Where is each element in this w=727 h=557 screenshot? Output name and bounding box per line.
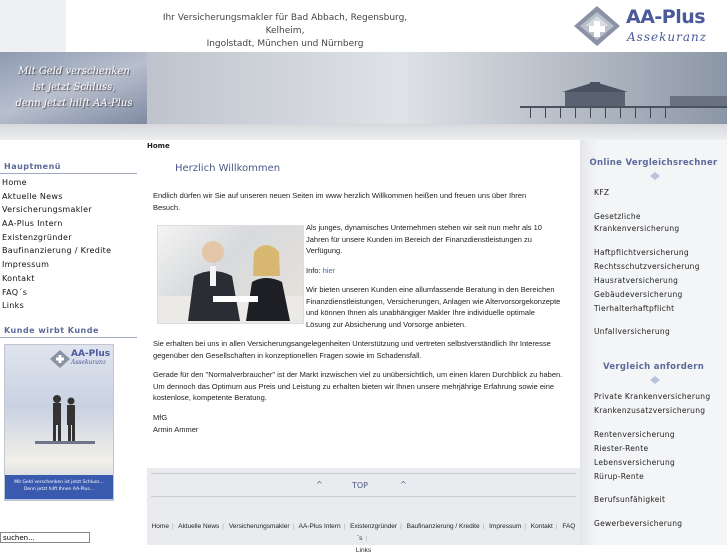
banner-slogan-panel: Mit Geld verschenken ist jetzt Schluss, … bbox=[0, 52, 147, 124]
footer-nav: Home | Aktuelle News | Versicherungsmakler… bbox=[151, 523, 576, 554]
diamond-icon bbox=[650, 376, 660, 384]
slogan-line3: denn jetzt hilft AA-Plus bbox=[15, 98, 133, 109]
promo-caption: Mit Geld verschenken ist jetzt Schluss..… bbox=[5, 475, 113, 499]
info-label: Info: bbox=[306, 266, 321, 275]
footer-link-home[interactable]: Home bbox=[152, 523, 169, 530]
calc-link-haftpflicht[interactable]: Haftpflichtversicherung bbox=[594, 246, 689, 260]
slogan-line1: Mit Geld verschenken bbox=[18, 66, 130, 77]
sidebar-item-home[interactable]: Home bbox=[0, 176, 137, 190]
consultation-photo bbox=[157, 225, 304, 324]
request-link-riester[interactable]: Riester-Rente bbox=[594, 442, 648, 456]
footer-link-impressum[interactable]: Impressum bbox=[489, 523, 521, 530]
top-arrow-right-icon: ^ bbox=[400, 480, 407, 489]
right-sidebar: Online Vergleichsrechner KFZ Gesetzliche… bbox=[580, 140, 727, 545]
calc-link-tierhalter[interactable]: Tierhalterhaftpflicht bbox=[594, 302, 674, 316]
comparison-calculator-heading: Online Vergleichsrechner bbox=[589, 158, 718, 168]
footer-link-baufinanzierung[interactable]: Baufinanzierung / Kredite bbox=[407, 523, 480, 530]
sidebar-item-aa-plus-intern[interactable]: AA-Plus Intern bbox=[0, 217, 137, 231]
brand-logo[interactable]: AA-Plus Assekuranz bbox=[572, 4, 722, 48]
request-link-kv-zusatz[interactable]: Krankenzusatzversicherung bbox=[594, 404, 705, 418]
footer-link-intern[interactable]: AA-Plus Intern bbox=[299, 523, 341, 530]
left-sidebar: Hauptmenü Home Aktuelle News Versicherun… bbox=[0, 140, 147, 545]
diamond-icon bbox=[650, 172, 660, 180]
calc-link-rechtsschutz[interactable]: Rechtsschutzversicherung bbox=[594, 260, 700, 274]
sidebar-item-baufinanzierung[interactable]: Baufinanzierung / Kredite bbox=[0, 244, 137, 258]
header-left-panel bbox=[0, 0, 66, 52]
promo-logo-sub: Assekuranz bbox=[71, 359, 107, 366]
couple-silhouette-image bbox=[35, 395, 95, 444]
sidebar-item-kontakt[interactable]: Kontakt bbox=[0, 272, 137, 286]
calc-link-unfall[interactable]: Unfallversicherung bbox=[594, 325, 670, 339]
footer-link-existenzgruender[interactable]: Existenzgründer bbox=[350, 523, 397, 530]
tagline-line2: Ingolstadt, München und Nürnberg bbox=[206, 39, 364, 49]
consultants-image bbox=[158, 241, 303, 323]
footer-link-links[interactable]: Links bbox=[356, 547, 371, 554]
sidebar-item-aktuelle-news[interactable]: Aktuelle News bbox=[0, 190, 137, 204]
sidebar-item-impressum[interactable]: Impressum bbox=[0, 258, 137, 272]
company-text: Als junges, dynamisches Unternehmen steh… bbox=[306, 223, 542, 255]
promo-caption-line1: Mit Geld verschenken ist jetzt Schluss..… bbox=[14, 480, 104, 485]
tagline-line1: Ihr Versicherungsmakler für Bad Abbach, … bbox=[162, 13, 408, 36]
promo-logo-icon bbox=[50, 350, 70, 368]
slogan-line2: ist jetzt Schluss, bbox=[32, 82, 116, 93]
logo-diamond-icon bbox=[574, 6, 620, 46]
request-link-gewerbe[interactable]: Gewerbeversicherung bbox=[594, 517, 682, 531]
intro-text: Endlich dürfen wir Sie auf unseren neuen… bbox=[153, 191, 527, 212]
sidebar-item-existenzgruender[interactable]: Existenzgründer bbox=[0, 231, 137, 245]
main-menu: Home Aktuelle News Versicherungsmakler A… bbox=[0, 176, 137, 313]
main-menu-heading: Hauptmenü bbox=[0, 162, 137, 174]
footer-link-versicherungsmakler[interactable]: Versicherungsmakler bbox=[229, 523, 290, 530]
greeting: MfG bbox=[153, 413, 168, 422]
top-arrow-left-icon: ^ bbox=[316, 480, 323, 489]
footer-link-news[interactable]: Aktuelle News bbox=[178, 523, 219, 530]
request-link-private-kv[interactable]: Private Krankenversicherung bbox=[594, 390, 710, 404]
header: Ihr Versicherungsmakler für Bad Abbach, … bbox=[0, 0, 727, 52]
request-link-rente[interactable]: Rentenversicherung bbox=[594, 428, 675, 442]
request-link-ruerup[interactable]: Rürup-Rente bbox=[594, 470, 644, 484]
logo-subtitle: Assekuranz bbox=[627, 30, 708, 44]
sidebar-item-versicherungsmakler[interactable]: Versicherungsmakler bbox=[0, 203, 137, 217]
promo-caption-line2: Denn jetzt hilft Ihnen AA-Plus... bbox=[23, 487, 95, 492]
calc-link-hausrat[interactable]: Hausratversicherung bbox=[594, 274, 678, 288]
info-line: Info: hier bbox=[306, 265, 335, 277]
search-input[interactable] bbox=[0, 532, 90, 543]
calc-link-krankenversicherung[interactable]: Krankenversicherung bbox=[594, 222, 679, 236]
logo-wordmark: AA-Plus bbox=[626, 6, 706, 28]
back-to-top-bar: ^ TOP ^ bbox=[151, 473, 576, 497]
content-panel: Herzlich Willkommen Endlich dürfen wir S… bbox=[147, 148, 580, 468]
market-text: Gerade für den "Normalverbraucher" ist d… bbox=[153, 370, 563, 402]
page-title: Herzlich Willkommen bbox=[175, 163, 281, 174]
request-link-bu[interactable]: Berufsunfähigkeit bbox=[594, 493, 665, 507]
calc-link-kfz[interactable]: KFZ bbox=[594, 186, 609, 200]
top-link[interactable]: TOP bbox=[352, 481, 368, 490]
header-tagline: Ihr Versicherungsmakler für Bad Abbach, … bbox=[150, 12, 420, 51]
info-link[interactable]: hier bbox=[323, 266, 336, 275]
calc-link-gebaeude[interactable]: Gebäudeversicherung bbox=[594, 288, 683, 302]
request-link-leben[interactable]: Lebensversicherung bbox=[594, 456, 675, 470]
footer-link-kontakt[interactable]: Kontakt bbox=[531, 523, 553, 530]
signature: Armin Ammer bbox=[153, 425, 199, 434]
sidebar-item-faq[interactable]: FAQ´s bbox=[0, 286, 137, 300]
support-text: Sie erhalten bei uns in allen Versicheru… bbox=[153, 339, 551, 360]
referral-promo-image[interactable]: AA-Plus Assekuranz Mit Geld verschenken … bbox=[4, 344, 114, 501]
request-comparison-heading: Vergleich anfordern bbox=[602, 362, 705, 372]
banner-slogan: Mit Geld verschenken ist jetzt Schluss, … bbox=[4, 64, 144, 112]
promo-logo-text: AA-Plus bbox=[71, 349, 111, 359]
hero-banner: Mit Geld verschenken ist jetzt Schluss, … bbox=[0, 52, 727, 124]
nav-strip bbox=[0, 124, 727, 140]
sidebar-item-links[interactable]: Links bbox=[0, 299, 137, 313]
pier-image bbox=[520, 82, 727, 118]
referral-heading: Kunde wirbt Kunde bbox=[0, 326, 137, 338]
main-area: Herzlich Willkommen Endlich dürfen wir S… bbox=[147, 148, 580, 554]
services-text: Wir bieten unseren Kunden eine allumfass… bbox=[306, 285, 561, 329]
